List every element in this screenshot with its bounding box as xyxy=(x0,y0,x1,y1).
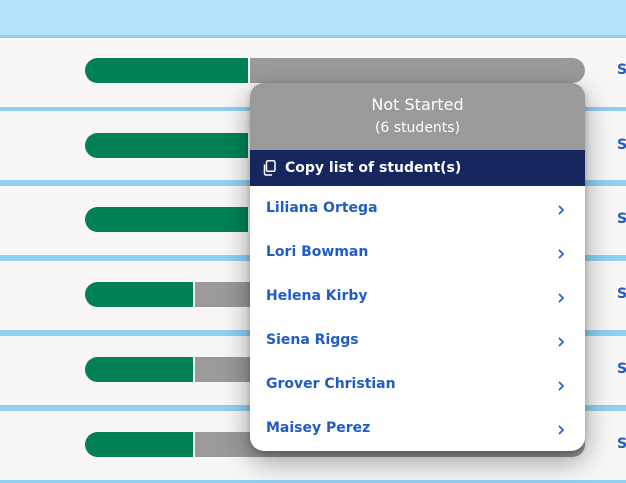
popover-student-count: (6 students) xyxy=(374,120,461,136)
row-link[interactable]: S xyxy=(617,361,626,377)
student-list-popover: Not Started (6 students) Copy list of st… xyxy=(250,83,585,451)
popover-header: Not Started (6 students) xyxy=(250,83,585,150)
header-band xyxy=(0,0,626,35)
row-link[interactable]: S xyxy=(617,436,626,452)
copy-student-list-button[interactable]: Copy list of student(s) xyxy=(250,150,585,186)
row-link[interactable]: S xyxy=(617,62,626,78)
student-list-item[interactable]: Maisey Perez xyxy=(250,406,585,450)
chevron-right-icon xyxy=(557,423,565,435)
popover-title: Not Started xyxy=(371,95,464,114)
student-list-item[interactable]: Helena Kirby xyxy=(250,274,585,318)
student-list-item[interactable]: Lori Bowman xyxy=(250,230,585,274)
copy-button-label: Copy list of student(s) xyxy=(285,160,462,176)
row-link[interactable]: S xyxy=(617,137,626,153)
student-name: Helena Kirby xyxy=(266,288,368,304)
chevron-right-icon xyxy=(557,335,565,347)
progress-complete-segment xyxy=(85,207,250,232)
copy-icon xyxy=(262,160,276,176)
chevron-right-icon xyxy=(557,203,565,215)
progress-complete-segment xyxy=(85,58,250,83)
chevron-right-icon xyxy=(557,291,565,303)
progress-bar[interactable] xyxy=(85,58,585,83)
progress-complete-segment xyxy=(85,133,250,158)
progress-complete-segment xyxy=(85,432,195,457)
student-name: Lori Bowman xyxy=(266,244,369,260)
student-list-item[interactable]: Grover Christian xyxy=(250,362,585,406)
row-link[interactable]: S xyxy=(617,286,626,302)
row-link[interactable]: S xyxy=(617,211,626,227)
chevron-right-icon xyxy=(557,247,565,259)
student-list-item[interactable]: Siena Riggs xyxy=(250,318,585,362)
student-name: Maisey Perez xyxy=(266,420,371,436)
student-name: Liliana Ortega xyxy=(266,200,378,216)
student-name: Siena Riggs xyxy=(266,332,359,348)
student-name: Grover Christian xyxy=(266,376,396,392)
student-list-item[interactable]: Liliana Ortega xyxy=(250,186,585,230)
progress-complete-segment xyxy=(85,282,195,307)
chevron-right-icon xyxy=(557,379,565,391)
progress-complete-segment xyxy=(85,357,195,382)
